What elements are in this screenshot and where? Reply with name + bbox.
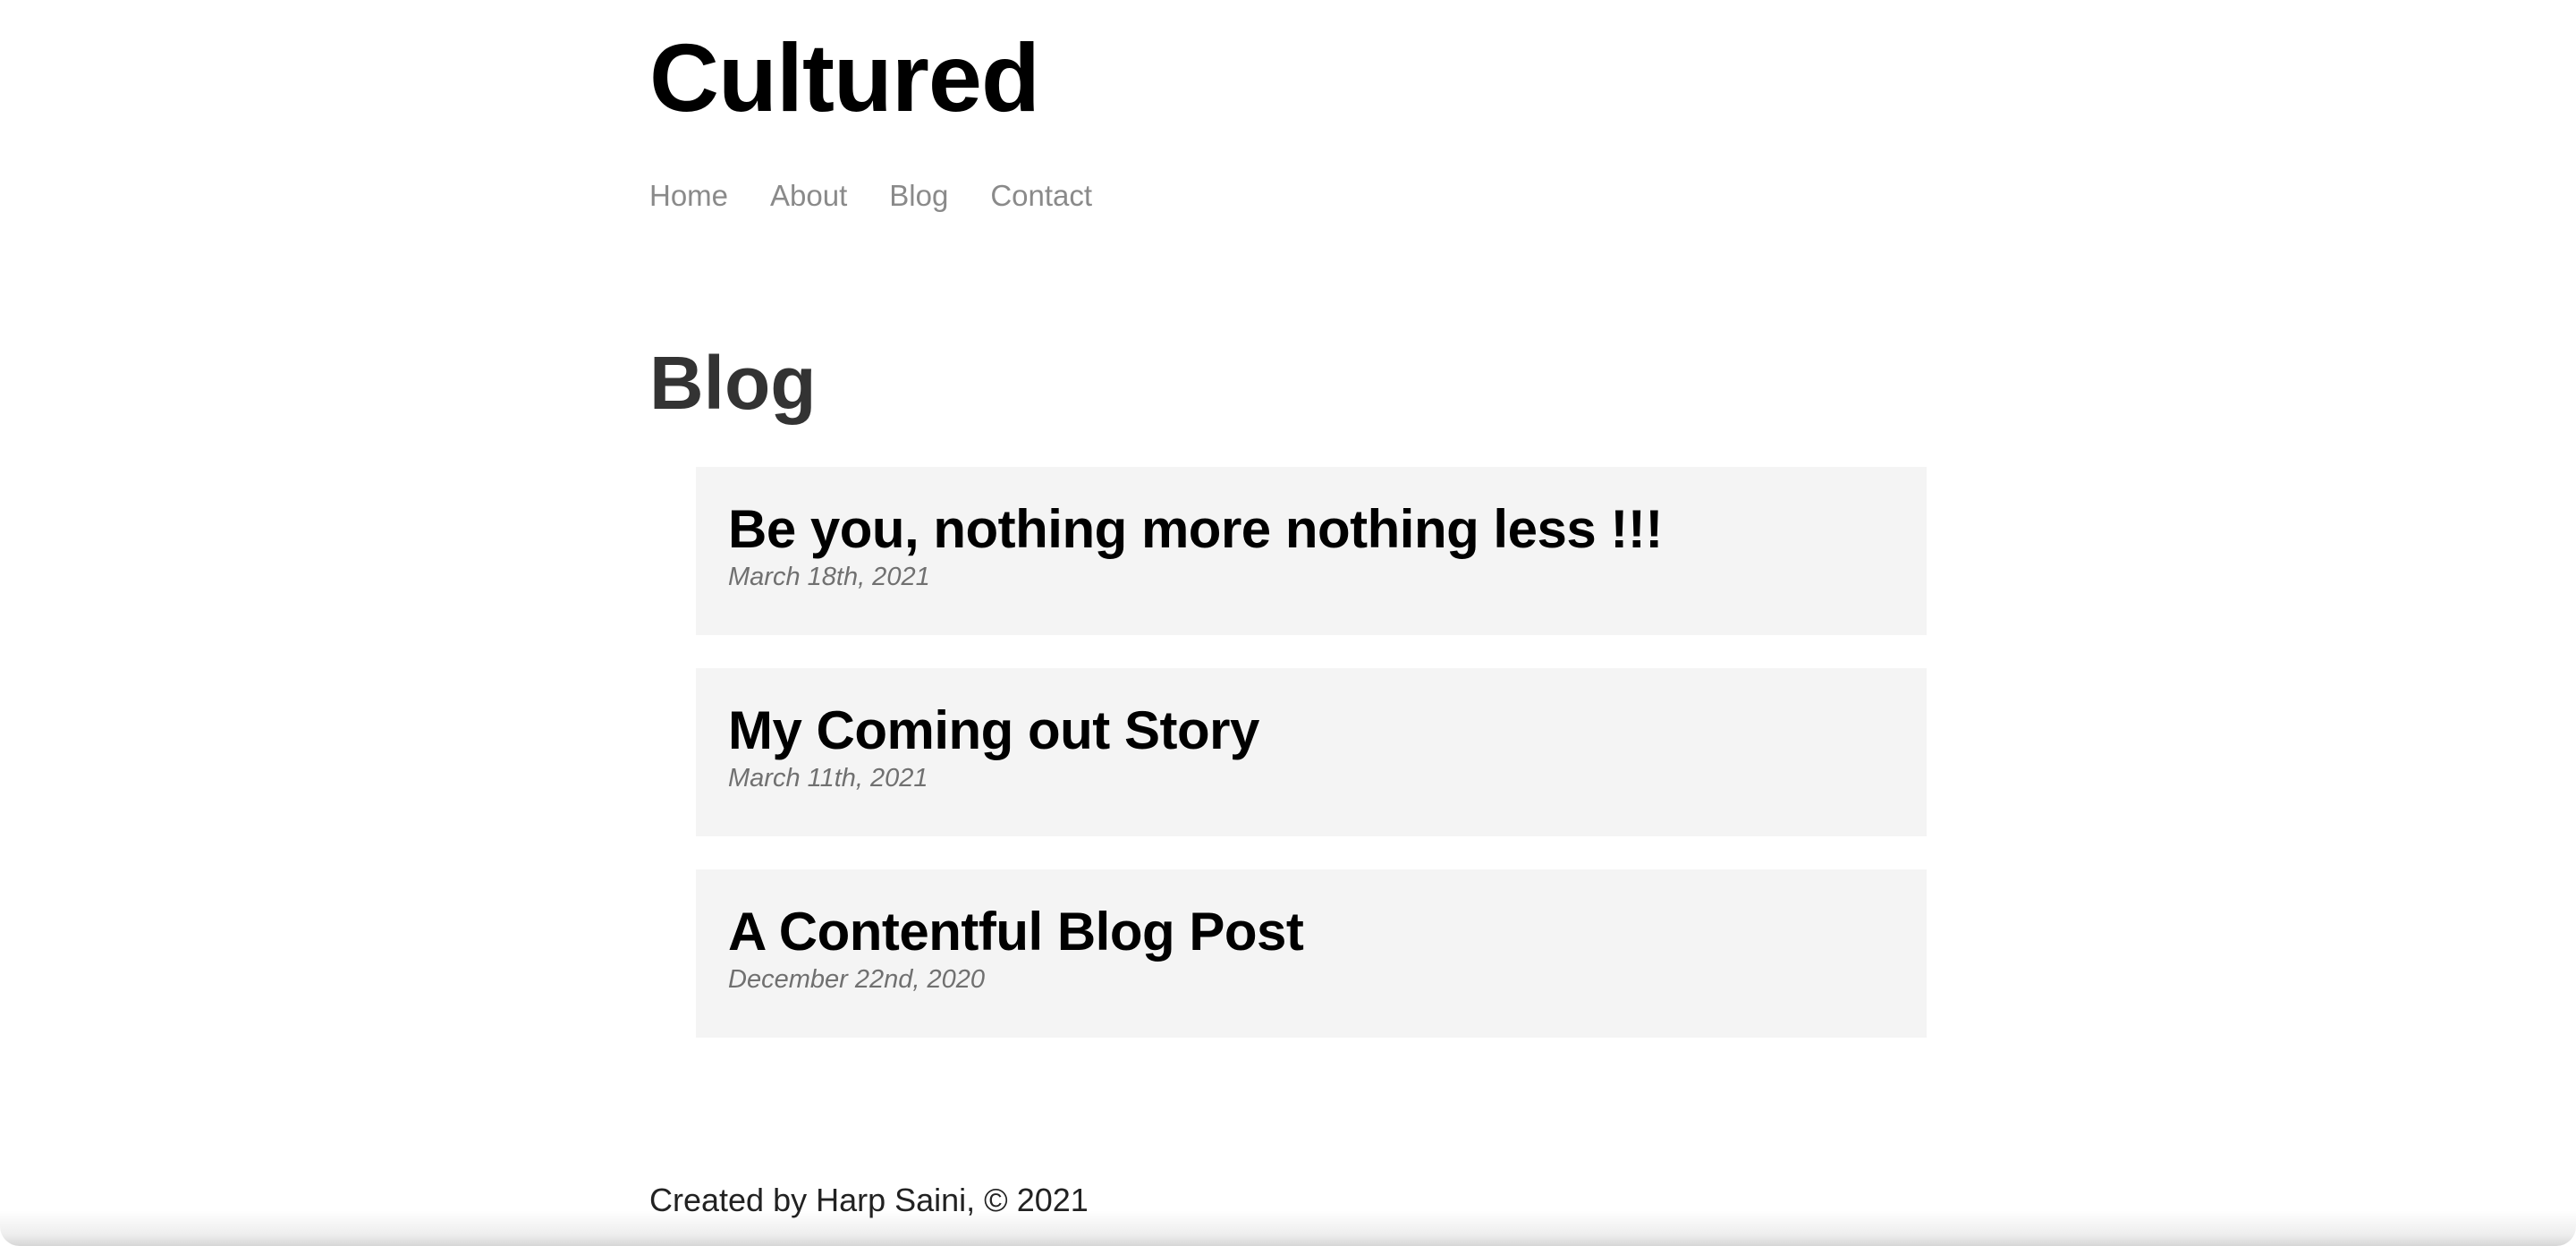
page-heading: Blog: [649, 341, 817, 425]
blog-post-date: December 22nd, 2020: [728, 965, 985, 994]
blog-post-title[interactable]: A Contentful Blog Post: [728, 900, 1927, 964]
main-nav: Home About Blog Contact: [649, 175, 1134, 216]
nav-link-contact[interactable]: Contact: [990, 175, 1092, 216]
blog-post-date: March 18th, 2021: [728, 563, 930, 591]
nav-link-about[interactable]: About: [770, 175, 847, 216]
blog-post-date: March 11th, 2021: [728, 764, 928, 793]
blog-post-list: Be you, nothing more nothing less !!! Ma…: [696, 467, 1927, 1071]
nav-link-blog[interactable]: Blog: [889, 175, 948, 216]
footer-credit: Created by Harp Saini, © 2021: [649, 1182, 1089, 1218]
blog-post-card[interactable]: A Contentful Blog Post December 22nd, 20…: [696, 869, 1927, 1038]
viewport-bottom-shadow: [0, 1210, 2576, 1246]
browser-viewport: Cultured Home About Blog Contact Blog Be…: [0, 0, 2576, 1246]
blog-post-card[interactable]: My Coming out Story March 11th, 2021: [696, 668, 1927, 836]
blog-post-title[interactable]: Be you, nothing more nothing less !!!: [728, 497, 1927, 562]
nav-link-home[interactable]: Home: [649, 175, 728, 216]
site-title[interactable]: Cultured: [649, 20, 1040, 136]
blog-post-title[interactable]: My Coming out Story: [728, 699, 1927, 763]
blog-post-card[interactable]: Be you, nothing more nothing less !!! Ma…: [696, 467, 1927, 635]
